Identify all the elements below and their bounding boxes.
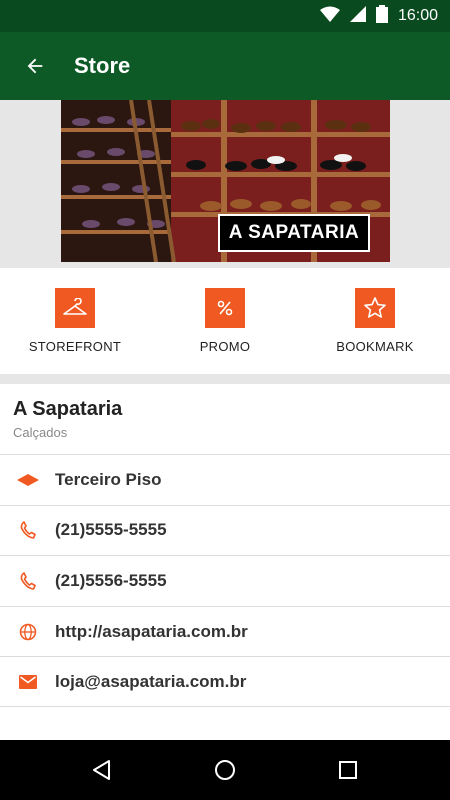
system-nav-bar bbox=[0, 740, 450, 800]
nav-recents-button[interactable] bbox=[318, 740, 378, 800]
banner-container: A SAPATARIA bbox=[0, 100, 450, 268]
section-divider bbox=[0, 374, 450, 384]
phone-icon bbox=[0, 521, 55, 540]
info-row-website[interactable]: http://asapataria.com.br bbox=[0, 605, 450, 657]
phone-icon bbox=[0, 572, 55, 590]
wifi-icon bbox=[319, 6, 340, 27]
website-text: http://asapataria.com.br bbox=[55, 621, 248, 641]
floor-icon bbox=[0, 473, 55, 486]
promo-label: PROMO bbox=[199, 339, 251, 354]
storefront-button[interactable]: STOREFRONT bbox=[0, 268, 150, 374]
promo-button[interactable]: PROMO bbox=[150, 268, 300, 374]
page-title: Store bbox=[74, 53, 131, 78]
info-row-email[interactable]: loja@asapataria.com.br bbox=[0, 656, 450, 707]
app-bar: Store bbox=[0, 32, 450, 100]
arrow-back-icon bbox=[27, 58, 43, 74]
status-bar: 16:00 bbox=[0, 0, 450, 32]
signal-icon bbox=[349, 5, 366, 27]
store-actions: STOREFRONT PROMO BOOKMARK bbox=[0, 268, 450, 374]
banner-store-logo: A SAPATARIA bbox=[218, 214, 370, 252]
globe-icon bbox=[0, 623, 55, 641]
mail-icon bbox=[0, 674, 55, 689]
floor-text: Terceiro Piso bbox=[55, 469, 162, 489]
status-time: 16:00 bbox=[397, 7, 438, 24]
store-banner-image: A SAPATARIA bbox=[61, 100, 390, 262]
back-button[interactable] bbox=[0, 32, 70, 100]
nav-back-button[interactable] bbox=[72, 740, 132, 800]
square-recents-icon bbox=[339, 761, 358, 779]
email-text: loja@asapataria.com.br bbox=[55, 671, 247, 691]
bookmark-label: BOOKMARK bbox=[336, 339, 414, 354]
store-name: A Sapataria bbox=[13, 398, 123, 420]
battery-icon bbox=[375, 4, 388, 28]
triangle-back-icon bbox=[92, 760, 110, 780]
info-row-phone-2[interactable]: (21)5556-5555 bbox=[0, 555, 450, 606]
phone-2-text: (21)5556-5555 bbox=[55, 570, 167, 590]
store-category: Calçados bbox=[13, 425, 68, 440]
bookmark-button[interactable]: BOOKMARK bbox=[300, 268, 450, 374]
store-info-list: Terceiro Piso (21)5555-5555 (21)5556-555… bbox=[0, 454, 450, 707]
storefront-label: STOREFRONT bbox=[28, 339, 122, 354]
percent-icon bbox=[205, 288, 245, 328]
store-header: A Sapataria Calçados bbox=[0, 384, 450, 454]
info-row-floor[interactable]: Terceiro Piso bbox=[0, 454, 450, 505]
phone-1-text: (21)5555-5555 bbox=[55, 520, 167, 540]
star-icon bbox=[355, 288, 395, 328]
hanger-icon bbox=[55, 288, 95, 328]
info-row-phone-1[interactable]: (21)5555-5555 bbox=[0, 504, 450, 556]
circle-home-icon bbox=[214, 760, 235, 780]
nav-home-button[interactable] bbox=[195, 740, 255, 800]
